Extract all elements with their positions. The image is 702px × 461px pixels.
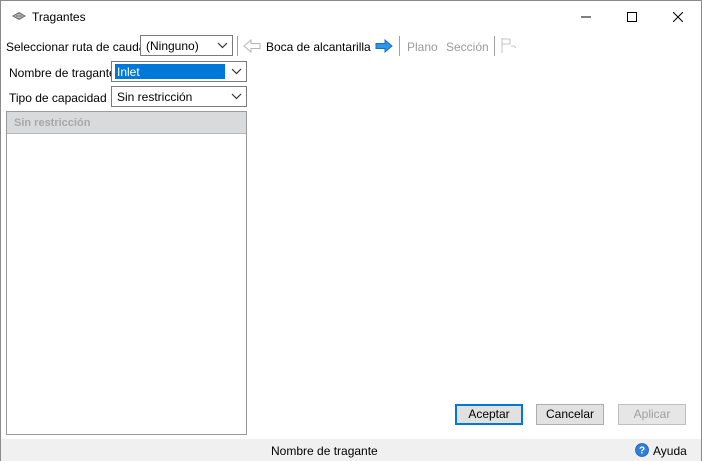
- flag-icon[interactable]: [500, 37, 518, 54]
- minimize-button[interactable]: [563, 1, 609, 32]
- minimize-icon: [581, 16, 591, 17]
- status-text: Nombre de tragante: [271, 444, 378, 458]
- plan-button[interactable]: Plano: [407, 40, 438, 54]
- toolbar-divider: [237, 36, 238, 56]
- current-item-label: Boca de alcantarilla: [266, 40, 371, 54]
- window-title: Tragantes: [32, 10, 86, 24]
- arrow-right-icon[interactable]: [375, 39, 393, 53]
- maximize-button[interactable]: [609, 1, 655, 32]
- route-select-value: (Ninguno): [146, 39, 199, 53]
- capacity-type-value: Sin restricción: [117, 90, 193, 104]
- dialog-window: Tragantes Seleccionar ruta de caudal (Ni…: [0, 0, 702, 461]
- chevron-down-icon: [231, 93, 242, 100]
- svg-text:?: ?: [639, 446, 645, 457]
- toolbar-divider: [494, 36, 495, 56]
- route-label: Seleccionar ruta de caudal: [6, 40, 149, 54]
- cancel-button[interactable]: Cancelar: [536, 404, 604, 425]
- help-icon[interactable]: ?: [635, 443, 649, 457]
- arrow-left-icon[interactable]: [243, 39, 261, 53]
- maximize-icon: [627, 11, 637, 22]
- panel-header-label: Sin restricción: [14, 117, 91, 129]
- inlet-name-label: Nombre de tragante: [9, 66, 116, 80]
- close-icon: [673, 11, 683, 22]
- inlet-name-select[interactable]: Inlet: [111, 61, 247, 82]
- section-button[interactable]: Sección: [446, 40, 489, 54]
- capacity-type-label: Tipo de capacidad: [9, 91, 107, 105]
- title-bar[interactable]: Tragantes: [1, 1, 701, 32]
- apply-button[interactable]: Aplicar: [618, 404, 686, 425]
- accept-button[interactable]: Aceptar: [455, 404, 523, 425]
- panel-header: Sin restricción: [7, 112, 246, 134]
- status-bar: Nombre de tragante ? Ayuda: [1, 439, 701, 461]
- help-link[interactable]: Ayuda: [653, 444, 687, 458]
- route-select[interactable]: (Ninguno): [140, 35, 233, 56]
- property-panel: Sin restricción: [6, 111, 247, 435]
- chevron-down-icon: [217, 42, 228, 49]
- capacity-type-select[interactable]: Sin restricción: [111, 86, 247, 107]
- close-button[interactable]: [655, 1, 701, 32]
- inlet-icon: [12, 12, 26, 20]
- toolbar-divider: [399, 36, 400, 56]
- inlet-name-value: Inlet: [115, 64, 225, 79]
- chevron-down-icon: [231, 68, 242, 75]
